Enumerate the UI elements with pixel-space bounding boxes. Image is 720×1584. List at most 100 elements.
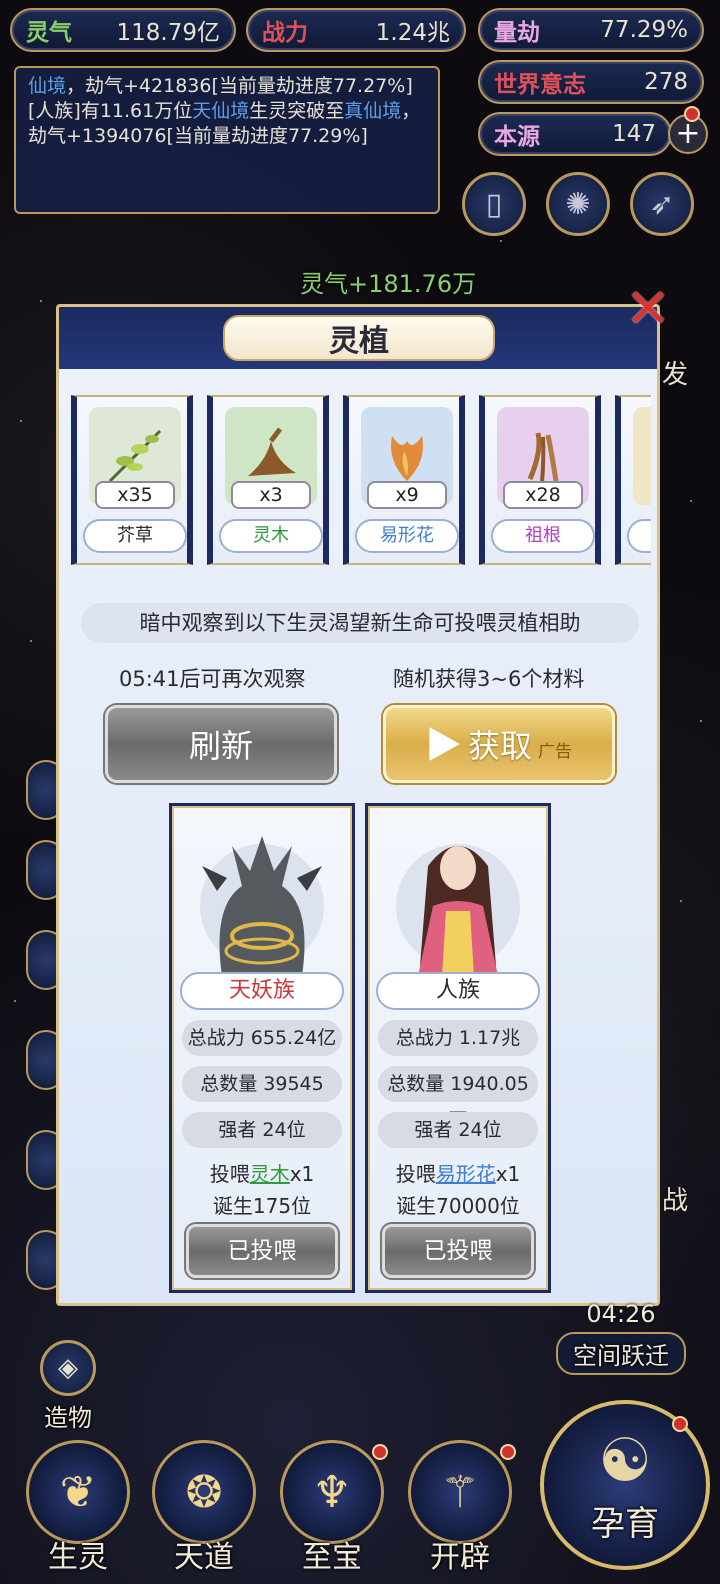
nav-tiandao[interactable]: ❂ 天道	[144, 1440, 264, 1584]
born-count: 诞生175位	[212, 1194, 312, 1218]
event-log: 仙境，劫气+421836[当前量劫进度77.27%] [人族]有11.61万位天…	[14, 66, 440, 214]
reward-text: 随机获得3~6个材料	[393, 667, 585, 691]
material-count: x9	[367, 481, 447, 509]
close-dialog-button[interactable]: ✕	[616, 276, 680, 340]
nav-label: 开辟	[430, 1540, 490, 1575]
warp-label: 空间跃迁	[556, 1332, 686, 1375]
log-text: [人族]有11.61万位	[28, 100, 193, 122]
scroll-button[interactable]: ➶	[630, 172, 694, 236]
side-button-zhan[interactable]: 战	[662, 1180, 688, 1217]
log-line: 仙境，劫气+421836[当前量劫进度77.27%]	[28, 74, 426, 99]
log-line: [人族]有11.61万位天仙境生灵突破至真仙境，劫气+1394076[当前量劫进…	[28, 99, 426, 149]
material-card[interactable]: x28 祖根	[479, 395, 601, 565]
total-power: 总战力 655.24亿	[182, 1020, 342, 1056]
total-count: 总数量 39545	[182, 1066, 342, 1102]
stat-shijie-label: 世界意志	[494, 71, 586, 98]
material-name: 灵木	[219, 519, 323, 553]
material-count: x28	[503, 481, 583, 509]
star	[700, 720, 702, 722]
log-realm: 真仙境	[344, 100, 402, 122]
obtain-label: 获取	[467, 727, 532, 765]
partial-herb-icon	[633, 407, 651, 505]
material-count: x3	[231, 481, 311, 509]
material-card[interactable]: x3 灵木	[207, 395, 329, 565]
fed-button[interactable]: 已投喂	[382, 1224, 534, 1278]
card-icon: ▯	[485, 186, 503, 222]
refresh-label: 刷新	[188, 727, 253, 765]
demon-portrait	[200, 836, 324, 976]
feed-suffix: x1	[495, 1162, 521, 1186]
axe-icon: ⚚	[408, 1440, 512, 1544]
star	[680, 900, 682, 902]
nav-label: 天道	[174, 1540, 234, 1575]
embryo-icon: ☯	[598, 1425, 652, 1496]
notification-dot	[372, 1444, 388, 1460]
material-card[interactable]: 青	[615, 395, 651, 565]
stat-benyuan-value: 147	[612, 121, 656, 147]
material-list[interactable]: x35 芥草 x3 灵木 x9 易形花 x28 祖根 青	[71, 395, 651, 567]
material-name: 祖根	[491, 519, 595, 553]
treasure-icon: ♆	[280, 1440, 384, 1544]
nav-shengling[interactable]: ❦ 生灵	[18, 1440, 138, 1584]
swirl-icon: ❂	[152, 1440, 256, 1544]
race-label: 天妖族	[180, 972, 344, 1010]
ad-tag: 广告	[538, 741, 572, 762]
stat-shijie-value: 278	[644, 69, 688, 95]
log-realm: 仙境	[28, 75, 67, 97]
stat-zhanli-value: 1.24兆	[375, 20, 450, 46]
star	[30, 640, 32, 642]
space-warp-button[interactable]: 04:26 空间跃迁	[556, 1300, 686, 1380]
total-count: 总数量 1940.05万	[378, 1066, 538, 1131]
floating-gain-text: 灵气+181.76万	[300, 270, 477, 298]
star	[14, 1000, 16, 1002]
material-card[interactable]: x9 易形花	[343, 395, 465, 565]
nav-kaipi[interactable]: ⚚ 开辟	[400, 1440, 520, 1584]
stat-liangjie-label: 量劫	[494, 19, 540, 46]
stat-lingqi-value: 118.79亿	[116, 20, 220, 46]
stat-liangjie-value: 77.29%	[600, 17, 688, 43]
feed-suffix: x1	[289, 1162, 315, 1186]
material-name: 易形花	[355, 519, 459, 553]
star	[20, 420, 22, 422]
zaowu-button[interactable]: ◈ 造物	[30, 1340, 106, 1432]
notification-dot	[500, 1444, 516, 1460]
vortex-button[interactable]: ✺	[546, 172, 610, 236]
born-count: 诞生70000位	[396, 1194, 520, 1218]
human-portrait	[378, 816, 538, 976]
elite-count: 强者 24位	[182, 1112, 342, 1148]
material-name: 芥草	[83, 519, 187, 553]
star	[690, 500, 692, 502]
stat-benyuan-label: 本源	[494, 123, 540, 150]
stat-lingqi-label: 灵气	[26, 19, 72, 46]
close-icon: ✕	[625, 276, 671, 340]
log-realm: 天仙境	[192, 100, 250, 122]
notification-dot	[684, 106, 700, 122]
nav-label: 孕育	[591, 1503, 659, 1544]
stat-zhanli: 战力 1.24兆	[246, 8, 466, 52]
material-card[interactable]: x35 芥草	[71, 395, 193, 565]
material-count: x35	[95, 481, 175, 509]
scroll-icon: ➶	[649, 186, 675, 222]
elite-count: 强者 24位	[378, 1112, 538, 1148]
cooldown-text: 05:41后可再次观察	[119, 667, 306, 691]
feed-prefix: 投喂	[209, 1162, 250, 1186]
feed-prefix: 投喂	[395, 1162, 436, 1186]
card-button[interactable]: ▯	[462, 172, 526, 236]
nav-zhibao[interactable]: ♆ 至宝	[272, 1440, 392, 1584]
nav-label: 至宝	[302, 1540, 362, 1575]
feed-info: 投喂易形花x1	[368, 1158, 548, 1187]
fed-button[interactable]: 已投喂	[186, 1224, 338, 1278]
diamond-icon: ◈	[40, 1340, 96, 1396]
obtain-ad-button[interactable]: 获取 广告	[383, 705, 615, 783]
side-button-fa[interactable]: 发	[662, 354, 688, 391]
log-text: 生灵突破至	[249, 100, 345, 122]
phoenix-icon: ❦	[26, 1440, 130, 1544]
warp-timer: 04:26	[586, 1300, 656, 1328]
stat-benyuan: 本源 147	[478, 112, 672, 156]
feed-info: 投喂灵木x1	[172, 1158, 352, 1187]
feed-item: 易形花	[435, 1162, 496, 1186]
spirit-plant-dialog: 灵植 x35 芥草 x3 灵木 x9 易形花 x28 祖根 暗中观察到以下生灵渴…	[56, 304, 660, 1306]
star	[500, 240, 502, 242]
refresh-button[interactable]: 刷新	[105, 705, 337, 783]
demon-portrait	[182, 816, 342, 976]
